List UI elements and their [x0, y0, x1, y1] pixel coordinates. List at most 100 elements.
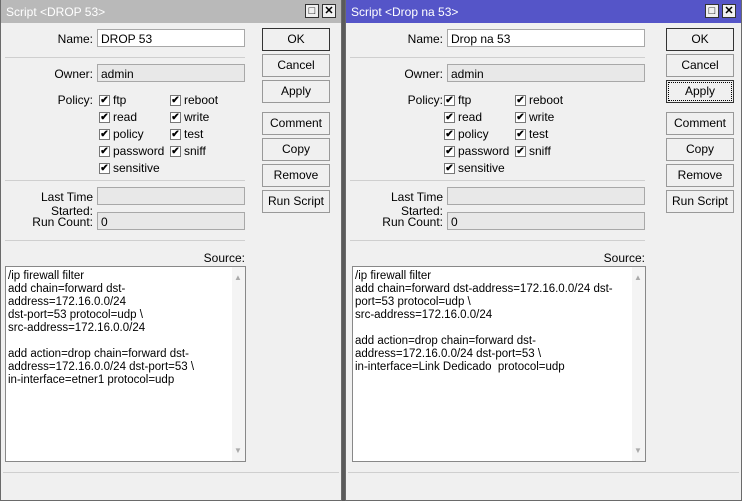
scroll-down-icon[interactable]: ▼ — [234, 444, 242, 457]
policy-password-checkbox[interactable]: ✔ password — [99, 144, 164, 158]
policy-label: Policy: — [407, 93, 443, 107]
policy-sensitive-checkbox[interactable]: ✔ sensitive — [99, 161, 160, 175]
run-script-button[interactable]: Run Script — [262, 190, 330, 213]
maximize-icon[interactable]: □ — [705, 4, 719, 18]
scrollbar[interactable]: ▲ ▼ — [632, 267, 645, 461]
policy-label: test — [184, 127, 204, 141]
remove-button[interactable]: Remove — [666, 164, 734, 187]
policy-ftp-checkbox[interactable]: ✔ ftp — [99, 93, 126, 107]
owner-field: admin — [97, 64, 245, 82]
divider — [350, 240, 645, 241]
close-icon[interactable]: ✕ — [722, 4, 736, 18]
policy-label: sniff — [184, 144, 206, 158]
scroll-up-icon[interactable]: ▲ — [234, 271, 242, 284]
source-text: /ip firewall filter add chain=forward ds… — [355, 270, 613, 373]
script-window-drop-na-53: Script <Drop na 53> □ ✕ Name: Drop na 53… — [345, 0, 742, 501]
check-icon: ✔ — [170, 128, 181, 140]
policy-sensitive-checkbox[interactable]: ✔ sensitive — [444, 161, 505, 175]
owner-label: Owner: — [404, 67, 443, 81]
name-input[interactable]: DROP 53 — [97, 29, 245, 47]
policy-sniff-checkbox[interactable]: ✔ sniff — [170, 144, 206, 158]
name-label: Name: — [57, 32, 93, 46]
policy-sniff-checkbox[interactable]: ✔ sniff — [515, 144, 551, 158]
source-label: Source: — [203, 251, 245, 265]
policy-label: write — [184, 110, 210, 124]
remove-button[interactable]: Remove — [262, 164, 330, 187]
copy-button[interactable]: Copy — [666, 138, 734, 161]
name-input[interactable]: Drop na 53 — [447, 29, 645, 47]
check-icon: ✔ — [99, 162, 110, 174]
policy-label: sniff — [529, 144, 551, 158]
ok-button[interactable]: OK — [262, 28, 330, 51]
comment-button[interactable]: Comment — [666, 112, 734, 135]
apply-button[interactable]: Apply — [262, 80, 330, 103]
status-bar — [348, 472, 739, 494]
policy-ftp-checkbox[interactable]: ✔ ftp — [444, 93, 471, 107]
last-time-started-label: Last Time Started: — [40, 190, 93, 218]
apply-button[interactable]: Apply — [666, 80, 734, 103]
policy-reboot-checkbox[interactable]: ✔ reboot — [515, 93, 563, 107]
divider — [350, 57, 645, 58]
source-label: Source: — [603, 251, 645, 265]
policy-policy-checkbox[interactable]: ✔ policy — [444, 127, 489, 141]
policy-password-checkbox[interactable]: ✔ password — [444, 144, 509, 158]
policy-label: reboot — [529, 93, 564, 107]
owner-label: Owner: — [54, 67, 93, 81]
cancel-button[interactable]: Cancel — [262, 54, 330, 77]
policy-label: write — [529, 110, 555, 124]
check-icon: ✔ — [444, 111, 455, 123]
check-icon: ✔ — [515, 111, 526, 123]
window-title: Script <DROP 53> — [6, 5, 106, 19]
policy-policy-checkbox[interactable]: ✔ policy — [99, 127, 144, 141]
last-time-started-field — [447, 187, 645, 205]
check-icon: ✔ — [444, 162, 455, 174]
source-textarea[interactable]: /ip firewall filter add chain=forward ds… — [5, 266, 246, 462]
policy-label: read — [458, 110, 483, 124]
policy-label: password — [458, 144, 510, 158]
run-count-label: Run Count: — [382, 215, 443, 229]
policy-read-checkbox[interactable]: ✔ read — [99, 110, 137, 124]
scrollbar[interactable]: ▲ ▼ — [232, 267, 245, 461]
divider — [5, 180, 245, 181]
run-count-label: Run Count: — [32, 215, 93, 229]
run-count-field: 0 — [97, 212, 245, 230]
last-time-started-field — [97, 187, 245, 205]
check-icon: ✔ — [515, 145, 526, 157]
source-text: /ip firewall filter add chain=forward ds… — [8, 270, 195, 386]
divider — [350, 180, 645, 181]
run-script-button[interactable]: Run Script — [666, 190, 734, 213]
cancel-button[interactable]: Cancel — [666, 54, 734, 77]
policy-write-checkbox[interactable]: ✔ write — [515, 110, 554, 124]
ok-button[interactable]: OK — [666, 28, 734, 51]
title-bar[interactable]: Script <DROP 53> □ ✕ — [1, 0, 341, 23]
check-icon: ✔ — [444, 145, 455, 157]
check-icon: ✔ — [170, 145, 181, 157]
policy-test-checkbox[interactable]: ✔ test — [515, 127, 548, 141]
copy-button[interactable]: Copy — [262, 138, 330, 161]
check-icon: ✔ — [444, 94, 455, 106]
check-icon: ✔ — [99, 111, 110, 123]
check-icon: ✔ — [99, 145, 110, 157]
policy-label: reboot — [184, 93, 219, 107]
policy-test-checkbox[interactable]: ✔ test — [170, 127, 203, 141]
policy-label: ftp — [458, 93, 472, 107]
source-textarea[interactable]: /ip firewall filter add chain=forward ds… — [352, 266, 646, 462]
close-icon[interactable]: ✕ — [322, 4, 336, 18]
policy-write-checkbox[interactable]: ✔ write — [170, 110, 209, 124]
policy-label: policy — [113, 127, 144, 141]
maximize-icon[interactable]: □ — [305, 4, 319, 18]
run-count-field: 0 — [447, 212, 645, 230]
policy-label: password — [113, 144, 165, 158]
policy-label: read — [113, 110, 138, 124]
policy-label: test — [529, 127, 549, 141]
check-icon: ✔ — [515, 94, 526, 106]
policy-label: sensitive — [113, 161, 160, 175]
policy-reboot-checkbox[interactable]: ✔ reboot — [170, 93, 218, 107]
title-bar[interactable]: Script <Drop na 53> □ ✕ — [346, 0, 741, 23]
comment-button[interactable]: Comment — [262, 112, 330, 135]
policy-label: policy — [458, 127, 489, 141]
script-window-drop-53: Script <DROP 53> □ ✕ Name: DROP 53 Owner… — [0, 0, 342, 501]
scroll-up-icon[interactable]: ▲ — [634, 271, 642, 284]
scroll-down-icon[interactable]: ▼ — [634, 444, 642, 457]
policy-read-checkbox[interactable]: ✔ read — [444, 110, 482, 124]
